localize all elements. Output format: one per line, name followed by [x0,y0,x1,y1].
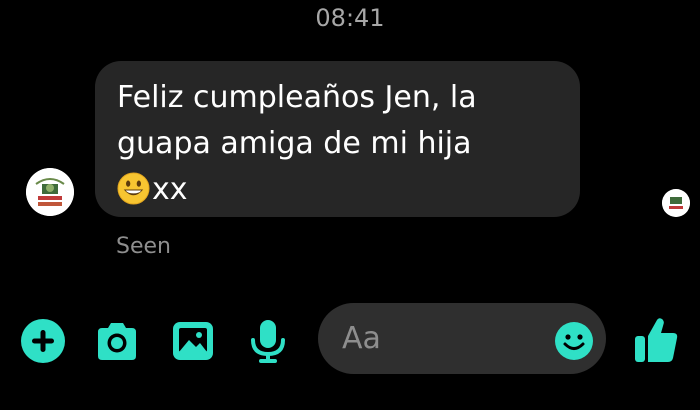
voice-message-button[interactable] [245,318,291,364]
message-trailing-text: xx [152,172,188,207]
message-input[interactable] [342,317,542,359]
smiley-icon [555,322,593,360]
emoji-button[interactable] [554,321,594,361]
message-bubble[interactable]: Feliz cumpleaños Jen, la guapa amiga de … [95,61,580,217]
like-button[interactable] [633,316,679,364]
camera-button[interactable] [94,318,140,364]
add-button[interactable] [20,318,66,364]
sender-avatar-image [26,168,74,216]
message-line-2: guapa amiga de mi hija [117,126,472,161]
message-composer[interactable] [318,303,606,374]
sender-avatar[interactable] [26,168,74,216]
message-timestamp: 08:41 [315,4,385,32]
gallery-button[interactable] [170,318,216,364]
read-receipt-avatar-image [662,189,690,217]
plus-circle-icon [21,319,65,363]
read-receipt-avatar [662,189,690,217]
camera-icon [98,323,136,360]
grinning-face-emoji-icon [117,172,150,205]
seen-status: Seen [116,234,171,259]
microphone-icon [251,320,285,363]
message-line-1: Feliz cumpleaños Jen, la [117,80,477,115]
chat-screen: 08:41 Feliz cumpleaños Jen, la guapa ami… [0,0,700,410]
thumbs-up-icon [635,318,678,362]
image-icon [173,322,213,360]
message-line-3: xx [117,167,560,213]
